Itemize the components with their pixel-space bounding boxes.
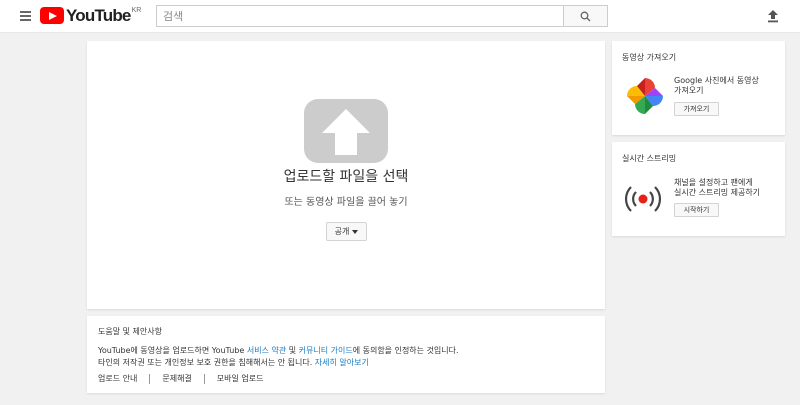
community-guidelines-link[interactable]: 커뮤니티 가이드: [299, 346, 353, 355]
copyright-text: 타인의 저작권 또는 개인정보 보호 권한을 침해해서는 안 됩니다.: [98, 358, 315, 367]
help-card: 도움말 및 제안사항 YouTube에 동영상을 업로드하면 YouTube 서…: [87, 316, 605, 393]
search-button[interactable]: [563, 5, 608, 27]
privacy-dropdown[interactable]: 공개: [326, 222, 367, 241]
search-bar: [156, 5, 608, 27]
upload-title: 업로드할 파일을 선택: [283, 169, 409, 185]
region-code: KR: [131, 7, 142, 14]
top-bar: YouTube KR: [0, 0, 800, 33]
live-description: 채널을 설정하고 팬에게 실시간 스트리밍 제공하기: [674, 178, 760, 198]
import-description: Google 사진에서 동영상 가져오기: [674, 76, 759, 96]
live-title: 실시간 스트리밍: [622, 154, 677, 163]
troubleshooting-link[interactable]: 문제해결: [162, 373, 191, 384]
help-title: 도움말 및 제안사항: [98, 327, 162, 336]
logo-text: YouTube: [66, 6, 131, 25]
import-videos-card: 동영상 가져오기 Google 사진에서 동영상 가져오기 가져오기: [612, 41, 785, 135]
help-links: 업로드 안내 문제해결 모바일 업로드: [98, 373, 264, 384]
terms-of-service-link[interactable]: 서비스 약관: [247, 346, 286, 355]
mobile-upload-link[interactable]: 모바일 업로드: [217, 373, 264, 384]
google-photos-pinwheel-icon: [627, 78, 663, 114]
search-icon: [580, 11, 591, 21]
terms-text: YouTube에 동영상을 업로드하면 YouTube: [98, 346, 247, 355]
upload-arrow-icon[interactable]: [304, 99, 388, 163]
copyright-notice: 타인의 저작권 또는 개인정보 보호 권한을 침해해서는 안 됩니다. 자세히 …: [98, 357, 369, 368]
start-streaming-button[interactable]: 시작하기: [674, 203, 719, 217]
caret-down-icon: [352, 229, 359, 234]
divider: [149, 373, 151, 384]
import-title: 동영상 가져오기: [622, 53, 677, 62]
live-broadcast-icon: [624, 186, 662, 212]
upload-card[interactable]: 업로드할 파일을 선택 또는 동영상 파일을 끌어 놓기 공개: [87, 41, 605, 309]
menu-icon[interactable]: [20, 11, 31, 21]
upload-icon[interactable]: [766, 9, 780, 23]
upload-subtitle: 또는 동영상 파일을 끌어 놓기: [284, 197, 408, 208]
live-text-line2: 실시간 스트리밍 제공하기: [674, 188, 761, 197]
search-input[interactable]: [156, 5, 563, 27]
terms-text-and: 및: [286, 346, 299, 355]
live-text-line1: 채널을 설정하고 팬에게: [674, 178, 753, 187]
import-text-line1: Google 사진에서 동영상: [674, 76, 759, 85]
upload-guide-link[interactable]: 업로드 안내: [98, 373, 137, 384]
youtube-play-icon: [40, 7, 64, 24]
terms-notice: YouTube에 동영상을 업로드하면 YouTube 서비스 약관 및 커뮤니…: [98, 345, 459, 356]
terms-text-suffix: 에 동의함을 인정하는 것입니다.: [352, 346, 459, 355]
youtube-logo[interactable]: YouTube KR: [40, 7, 141, 25]
privacy-label: 공개: [334, 227, 350, 236]
divider: [203, 373, 205, 384]
learn-more-link[interactable]: 자세히 알아보기: [315, 358, 369, 367]
import-button[interactable]: 가져오기: [674, 102, 719, 116]
live-streaming-card: 실시간 스트리밍 채널을 설정하고 팬에게 실시간 스트리밍 제공하기 시작하기: [612, 142, 785, 236]
import-text-line2: 가져오기: [674, 86, 704, 95]
